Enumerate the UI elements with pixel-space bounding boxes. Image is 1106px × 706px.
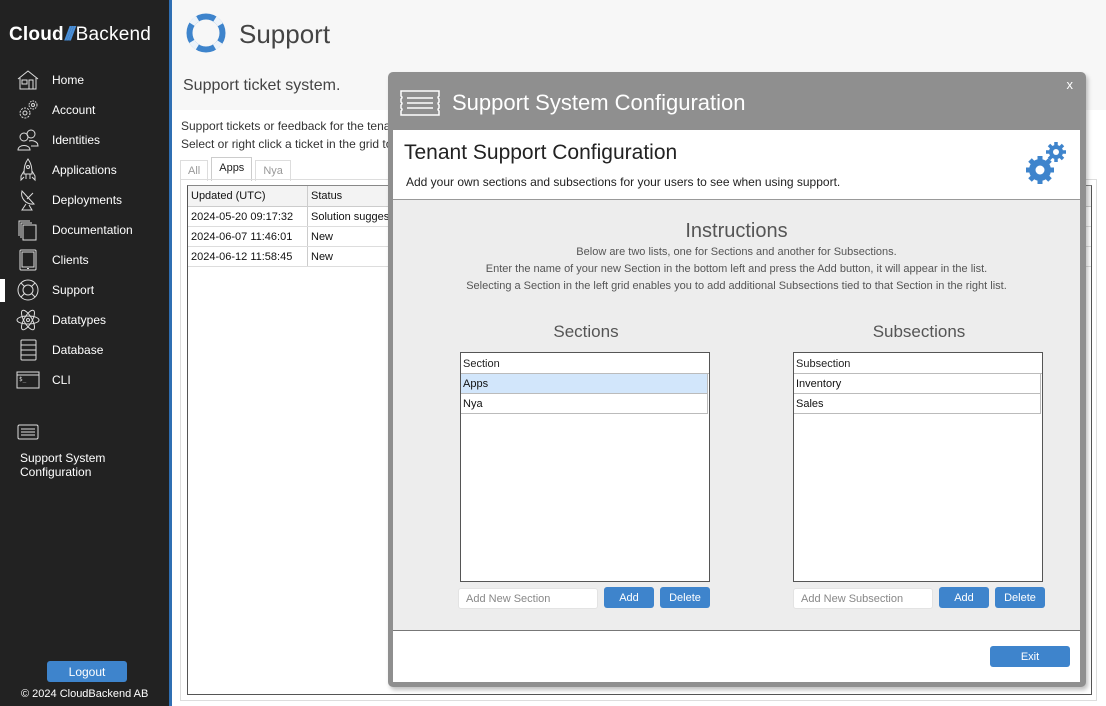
close-button[interactable]: x — [1067, 77, 1074, 92]
rocket-icon — [20, 158, 36, 182]
sidebar-item-clients[interactable]: Clients — [0, 245, 169, 275]
tenant-config-subtitle: Add your own sections and subsections fo… — [406, 175, 841, 189]
gears-icon — [1026, 142, 1066, 184]
sidebar-item-support-system-configuration[interactable]: Support System Configuration — [16, 424, 156, 479]
support-config-modal: Support System Configuration x Tenant Su… — [388, 72, 1086, 687]
sidebar-item-documentation[interactable]: Documentation — [0, 215, 169, 245]
sidebar-item-account[interactable]: Account — [0, 95, 169, 125]
sidebar-item-deployments[interactable]: Deployments — [0, 185, 169, 215]
exit-button[interactable]: Exit — [990, 646, 1070, 667]
subsection-row[interactable]: Sales — [794, 394, 1041, 414]
svg-text:$_: $_ — [19, 376, 27, 383]
sections-title: Sections — [553, 322, 619, 341]
column-header-updated[interactable]: Updated (UTC) — [188, 186, 308, 206]
sidebar-item-label: Clients — [52, 253, 89, 267]
tab-apps[interactable]: Apps — [211, 157, 253, 181]
subsections-list: Subsection Inventory Sales — [793, 352, 1043, 582]
cell-updated: 2024-05-20 09:17:32 — [188, 207, 308, 226]
sidebar-item-database[interactable]: Database — [0, 335, 169, 365]
sidebar-item-label: Database — [52, 343, 104, 357]
sidebar-item-label: Deployments — [52, 193, 123, 207]
sidebar-item-label: Support System Configuration — [20, 451, 106, 479]
instructions-title: Instructions — [685, 220, 788, 242]
tab-all[interactable]: All — [180, 160, 209, 181]
new-subsection-input[interactable] — [793, 588, 933, 609]
sidebar-item-home[interactable]: Home — [0, 65, 169, 95]
subsections-title: Subsections — [872, 322, 966, 341]
list-icon — [400, 90, 440, 116]
gears-icon — [19, 100, 38, 119]
instruction-line-2: Enter the name of your new Section in th… — [485, 263, 988, 275]
sections-list: Section Apps Nya — [460, 352, 710, 582]
sidebar-item-datatypes[interactable]: Datatypes — [0, 305, 169, 335]
terminal-icon: $_ — [16, 371, 40, 389]
sidebar-item-cli[interactable]: $_ CLI — [0, 365, 169, 395]
sidebar-item-label: Documentation — [52, 223, 133, 237]
sidebar-item-label: Identities — [52, 133, 101, 147]
logout-button[interactable]: Logout — [47, 661, 127, 682]
subsections-column-header[interactable]: Subsection — [794, 353, 1042, 374]
modal-body: Tenant Support Configuration Add your ow… — [393, 130, 1080, 682]
home-icon — [17, 70, 39, 90]
page-subtitle: Support ticket system. — [183, 77, 341, 94]
add-subsection-button[interactable]: Add — [939, 587, 989, 608]
section-row[interactable]: Apps — [461, 374, 708, 394]
subsection-row[interactable]: Inventory — [794, 374, 1041, 394]
ticket-tabs: All Apps Nya — [180, 157, 294, 181]
sidebar-item-applications[interactable]: Applications — [0, 155, 169, 185]
brand-name-bold: Cloud — [9, 24, 64, 45]
sidebar-item-label: CLI — [52, 373, 71, 387]
modal-header-panel: Tenant Support Configuration Add your ow… — [393, 130, 1080, 200]
list-icon — [17, 424, 39, 440]
brand-logo: Cloud///Backend — [9, 24, 151, 46]
section-row[interactable]: Nya — [461, 394, 708, 414]
instruction-line-3: Selecting a Section in the left grid ena… — [466, 280, 1007, 292]
brand-slashes: /// — [64, 24, 75, 45]
tenant-config-title: Tenant Support Configuration — [404, 141, 678, 164]
sidebar-item-label: Applications — [52, 163, 117, 177]
database-icon — [20, 339, 37, 361]
brand-name-light: Backend — [75, 24, 152, 45]
modal-footer: Exit — [393, 630, 1080, 682]
satellite-dish-icon — [21, 190, 36, 211]
instruction-line-1: Below are two lists, one for Sections an… — [576, 246, 897, 258]
tablet-icon — [19, 249, 37, 271]
documents-icon — [18, 220, 37, 241]
cell-updated: 2024-06-12 11:58:45 — [188, 247, 308, 266]
lifebuoy-icon — [186, 13, 226, 53]
add-section-button[interactable]: Add — [604, 587, 654, 608]
new-section-input[interactable] — [458, 588, 598, 609]
sidebar-item-support[interactable]: Support — [0, 275, 169, 305]
cell-updated: 2024-06-07 11:46:01 — [188, 227, 308, 246]
sidebar-item-label: Home — [52, 73, 85, 87]
sidebar-nav: Home Account Identities Applications Dep… — [0, 65, 169, 395]
description-line-2: Select or right click a ticket in the gr… — [181, 137, 393, 151]
page-title: Support — [239, 19, 331, 49]
atom-icon — [16, 309, 40, 331]
sidebar-item-identities[interactable]: Identities — [0, 125, 169, 155]
delete-section-button[interactable]: Delete — [660, 587, 710, 608]
sidebar-item-label: Support — [52, 283, 95, 297]
users-icon — [17, 129, 39, 151]
modal-title: Support System Configuration — [452, 90, 746, 115]
sidebar-item-label: Datatypes — [52, 313, 107, 327]
sidebar: Cloud///Backend Home Account Identities … — [0, 0, 169, 706]
tab-nya[interactable]: Nya — [255, 160, 291, 181]
copyright-text: © 2024 CloudBackend AB — [21, 688, 149, 700]
sidebar-item-label: Account — [52, 103, 96, 117]
sections-column-header[interactable]: Section — [461, 353, 709, 374]
lifebuoy-icon — [17, 279, 39, 301]
delete-subsection-button[interactable]: Delete — [995, 587, 1045, 608]
